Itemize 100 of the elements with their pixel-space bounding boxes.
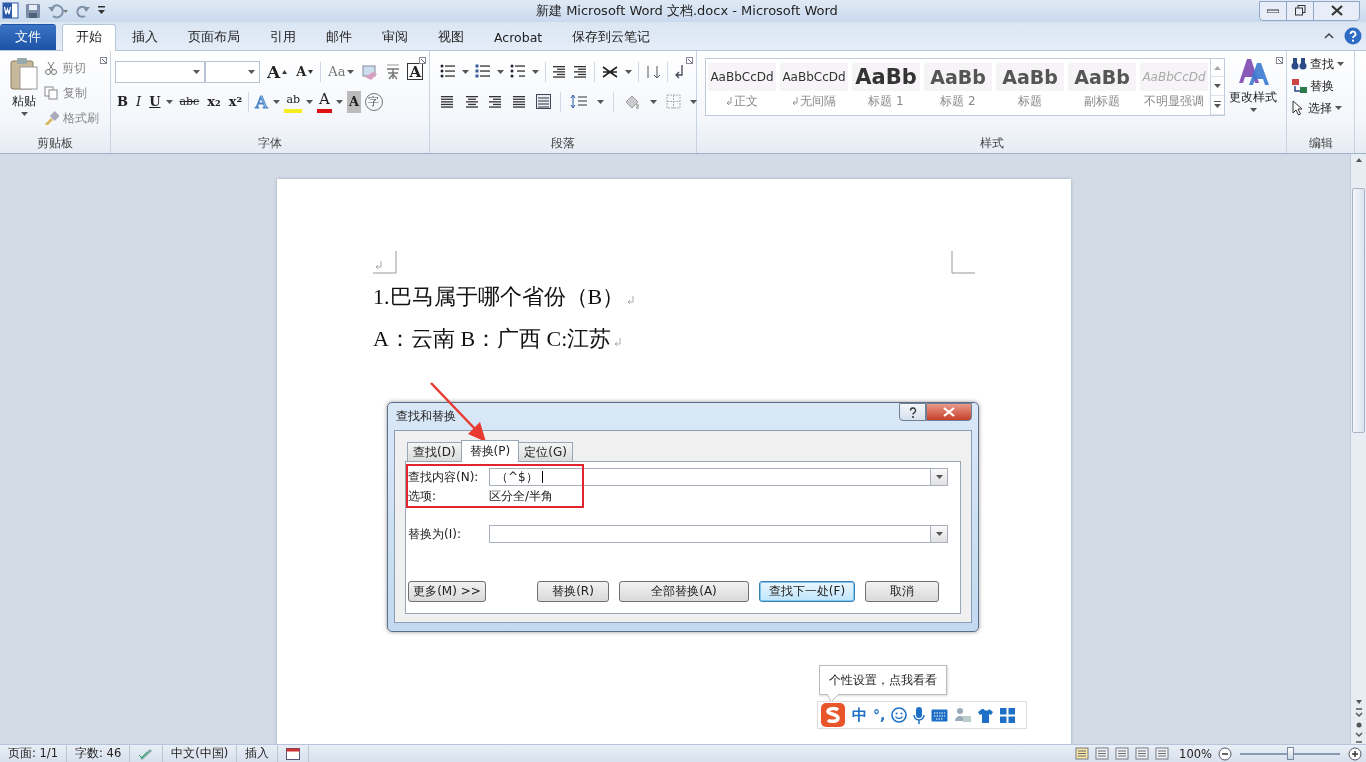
copy-button[interactable]: 复制 <box>44 82 99 104</box>
ime-logo-icon[interactable] <box>820 702 846 728</box>
word-logo-icon[interactable] <box>2 2 19 20</box>
bullet-list-icon[interactable] <box>440 64 456 80</box>
show-marks-icon[interactable] <box>674 64 686 80</box>
ribbon-tab[interactable]: 视图 <box>424 23 478 50</box>
shirt-icon[interactable] <box>977 707 995 723</box>
dialog-tab[interactable]: 定位(G) <box>518 442 573 461</box>
find-field[interactable]: （^$） <box>489 468 930 486</box>
find-button[interactable]: 查找 <box>1291 54 1344 74</box>
format-painter-button[interactable]: 格式刷 <box>44 107 99 129</box>
draft-icon[interactable] <box>1155 747 1170 761</box>
dialog-button[interactable]: 查找下一处(F) <box>759 581 855 602</box>
save-icon[interactable] <box>25 2 41 19</box>
collapse-ribbon-icon[interactable] <box>1324 32 1334 40</box>
outline-icon[interactable] <box>1135 747 1150 761</box>
toolbox-grid-icon[interactable] <box>1000 707 1016 723</box>
color-button[interactable]: A <box>317 90 332 113</box>
italic-button[interactable]: I <box>134 90 144 113</box>
dialog-tab[interactable]: 查找(D) <box>407 442 462 461</box>
cut-button[interactable]: 剪切 <box>44 57 99 79</box>
dialog-tab[interactable]: 替换(P) <box>460 440 520 462</box>
replace-icon[interactable] <box>1291 78 1307 95</box>
distributed-icon[interactable] <box>536 94 551 110</box>
ribbon-tab[interactable]: 审阅 <box>368 23 422 50</box>
input-mode-toggle[interactable]: 中 <box>852 705 867 725</box>
replace-field[interactable] <box>489 525 930 543</box>
ribbon-tab[interactable]: 邮件 <box>312 23 366 50</box>
align-right-icon[interactable] <box>488 94 503 110</box>
macro-icon[interactable] <box>286 747 301 760</box>
dialog-button[interactable]: 取消 <box>865 581 939 602</box>
dialog-button[interactable]: 替换(R) <box>537 581 609 602</box>
dialog-launcher-icon[interactable] <box>419 56 426 64</box>
sub-button[interactable]: x₂ <box>205 90 223 113</box>
style-item[interactable]: AaBb 标题 2 <box>922 58 994 115</box>
keyboard-icon[interactable] <box>931 708 949 722</box>
dialog-launcher-icon[interactable] <box>1276 56 1283 64</box>
vertical-scrollbar[interactable] <box>1350 154 1366 745</box>
microphone-icon[interactable] <box>913 706 926 724</box>
binoculars-icon[interactable] <box>1291 57 1307 72</box>
sort-icon[interactable] <box>645 63 661 80</box>
dialog-launcher-icon[interactable] <box>686 56 693 64</box>
style-item[interactable]: AaBbCcDd 无间隔 <box>778 58 850 115</box>
highlight-button[interactable]: ab <box>284 90 303 113</box>
shrink-button[interactable]: A <box>294 60 316 83</box>
numbered-list-icon[interactable] <box>475 64 491 80</box>
change-styles-button[interactable]: 更改样式 <box>1225 54 1281 134</box>
case-button[interactable]: Aa <box>326 60 357 83</box>
grow-button[interactable]: A <box>265 60 290 83</box>
strike-button[interactable]: abc <box>177 90 202 113</box>
ribbon-tab[interactable]: 页面布局 <box>174 23 254 50</box>
zoom-in-icon[interactable] <box>1348 746 1362 761</box>
shading-icon[interactable] <box>623 93 641 110</box>
style-item[interactable]: AaBb 标题 1 <box>850 58 922 115</box>
sup-button[interactable]: x² <box>226 90 245 113</box>
decrease-indent-icon[interactable] <box>552 64 567 80</box>
print-layout-icon[interactable] <box>1075 747 1090 761</box>
close-button[interactable] <box>926 403 972 421</box>
ribbon-tab[interactable]: Acrobat <box>480 23 557 50</box>
style-item[interactable]: AaBbCcDd 正文 <box>706 58 778 115</box>
style-item[interactable]: AaBb 副标题 <box>1066 58 1138 115</box>
dropdown-button[interactable] <box>930 468 948 486</box>
web-layout-icon[interactable] <box>1115 747 1130 761</box>
help-icon[interactable] <box>1344 26 1362 45</box>
style-item[interactable]: AaBb 标题 <box>994 58 1066 115</box>
paste-button[interactable]: 粘贴 <box>4 54 44 134</box>
multilevel-list-icon[interactable] <box>510 64 526 80</box>
undo-icon[interactable] <box>47 2 69 19</box>
zoom-out-icon[interactable] <box>1218 746 1232 761</box>
bold-button[interactable]: B <box>115 90 130 113</box>
punctuation-toggle[interactable]: °, <box>873 707 886 723</box>
border-button[interactable]: A <box>407 63 424 81</box>
line-spacing-icon[interactable] <box>570 94 588 110</box>
justify-icon[interactable] <box>512 94 527 110</box>
scroll-thumb[interactable] <box>1352 188 1365 434</box>
style-item[interactable]: AaBbCcDd 不明显强调 <box>1138 58 1210 115</box>
dropdown-button[interactable] <box>930 525 948 543</box>
dialog-button[interactable]: 更多(M) >> <box>408 581 486 602</box>
slider-thumb[interactable] <box>1287 746 1294 760</box>
dialog-button[interactable]: 全部替换(A) <box>619 581 749 602</box>
replace-button[interactable]: 替换 <box>1291 76 1344 96</box>
increase-indent-icon[interactable] <box>573 64 588 80</box>
ribbon-tab[interactable]: 保存到云笔记 <box>558 23 665 50</box>
ribbon-tab[interactable]: 文件 <box>0 23 56 50</box>
align-left-icon[interactable] <box>440 94 455 110</box>
ribbon-tab[interactable]: 引用 <box>256 23 310 50</box>
ribbon-tab[interactable]: 插入 <box>118 23 172 50</box>
language-status[interactable]: 中文(中国) <box>163 745 238 762</box>
select-button[interactable]: 选择 <box>1291 98 1344 118</box>
shading-button[interactable]: A <box>346 90 361 113</box>
emoji-icon[interactable] <box>891 707 908 723</box>
insert-mode-status[interactable]: 插入 <box>237 745 279 762</box>
underline-button[interactable]: U <box>147 90 163 113</box>
dialog-launcher-icon[interactable] <box>100 56 107 64</box>
ribbon-tab[interactable]: 开始 <box>62 23 116 51</box>
center-icon[interactable] <box>464 94 479 110</box>
help-button[interactable] <box>899 403 926 421</box>
pointer-icon[interactable] <box>1291 100 1305 117</box>
full-screen-reading-icon[interactable] <box>1095 747 1110 761</box>
zoom-level[interactable]: 100% <box>1179 746 1212 761</box>
